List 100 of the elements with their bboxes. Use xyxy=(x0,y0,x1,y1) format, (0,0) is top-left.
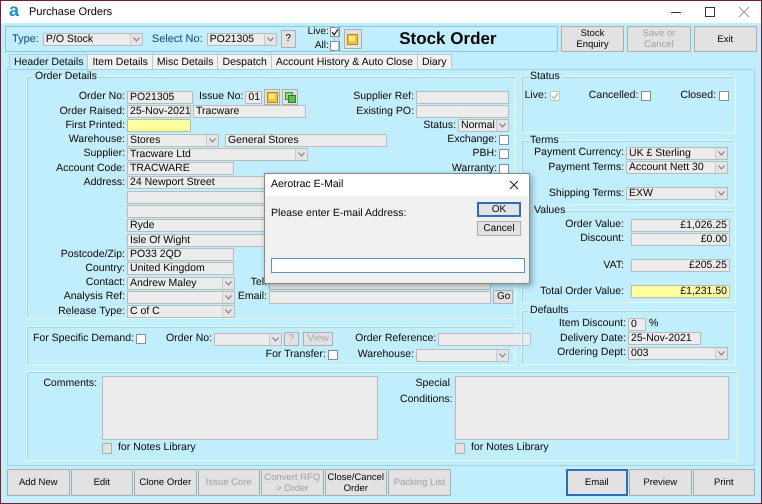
caret-icon xyxy=(718,191,725,196)
text-field[interactable]: £1,026.25 xyxy=(631,218,730,232)
copy-button[interactable] xyxy=(282,89,298,106)
text-field[interactable] xyxy=(416,104,509,118)
form-heading: Stock Order xyxy=(338,26,558,52)
text-field[interactable]: £205.25 xyxy=(631,259,730,272)
text-field[interactable]: PO33 2QD xyxy=(127,248,234,261)
action-button[interactable]: Email xyxy=(566,469,628,496)
toolbar-button[interactable]: Stock Enquiry xyxy=(560,26,624,52)
tab[interactable]: Header Details xyxy=(9,54,88,69)
dropdown[interactable] xyxy=(416,348,509,362)
note-icon xyxy=(347,34,358,44)
caret-icon xyxy=(298,152,305,157)
text-field[interactable] xyxy=(416,90,509,104)
field-label: Shipping Terms: xyxy=(548,186,624,201)
small-button[interactable]: Go xyxy=(493,290,513,304)
text-field[interactable]: £0.00 xyxy=(631,232,730,246)
close-icon[interactable] xyxy=(509,180,519,190)
field-label: Supplier: xyxy=(82,146,125,162)
window-title: Purchase Orders xyxy=(29,4,112,20)
checkbox[interactable] xyxy=(330,26,340,36)
notes-button[interactable] xyxy=(264,89,280,106)
checkbox[interactable] xyxy=(499,135,509,146)
caret-icon xyxy=(225,309,232,314)
dropdown[interactable]: Andrew Maley xyxy=(127,276,235,290)
text-field[interactable]: United Kingdom xyxy=(127,262,234,276)
text-field[interactable]: General Stores xyxy=(225,134,387,147)
checkbox[interactable] xyxy=(499,164,509,174)
notes-area[interactable] xyxy=(102,376,378,440)
action-button[interactable]: Edit xyxy=(70,469,133,496)
tab[interactable]: Despatch xyxy=(217,54,272,69)
action-button[interactable]: Close/Cancel Order xyxy=(324,469,387,496)
text-field[interactable]: PO21305 xyxy=(127,90,193,104)
dropdown[interactable]: Account Nett 30 xyxy=(626,160,728,174)
field-label: Live: xyxy=(524,88,547,104)
action-button[interactable]: Preview xyxy=(629,469,692,496)
caret-icon xyxy=(718,150,725,156)
dialog-message: Please enter E-mail Address: xyxy=(271,206,406,221)
dropdown[interactable]: 003 xyxy=(628,346,728,360)
text-field[interactable] xyxy=(269,290,491,304)
dropdown[interactable] xyxy=(214,332,282,346)
field-label: Ordering Dept: xyxy=(556,345,626,360)
dropdown[interactable] xyxy=(127,290,235,304)
checkbox[interactable] xyxy=(328,350,338,360)
field-label: Exchange: xyxy=(447,132,497,148)
action-button[interactable]: Print xyxy=(692,469,756,496)
action-button[interactable]: Clone Order xyxy=(134,469,196,496)
dialog-button[interactable]: OK xyxy=(477,202,521,217)
library-label: for Notes Library xyxy=(118,440,196,456)
text-field[interactable]: 0 xyxy=(628,318,646,331)
text-field[interactable]: 25-Nov-2021 xyxy=(628,332,701,346)
text-field[interactable] xyxy=(438,332,532,346)
text-field[interactable]: £1,231.50 xyxy=(631,285,730,298)
text-field[interactable]: 01 xyxy=(245,90,262,104)
field-label: For Transfer: xyxy=(266,347,326,362)
field-label: Type: xyxy=(12,32,39,47)
dropdown[interactable]: C of C xyxy=(127,305,235,318)
text-field[interactable]: Tracware xyxy=(193,104,306,118)
field-label: Issue No: xyxy=(199,89,244,104)
group-title: Terms xyxy=(528,134,561,146)
checkbox[interactable] xyxy=(719,91,729,102)
checkbox[interactable] xyxy=(136,334,146,344)
field-label: Closed: xyxy=(680,88,716,104)
checkbox[interactable] xyxy=(499,149,509,160)
field-label: Payment Terms: xyxy=(547,160,624,175)
dropdown[interactable]: PO21305 xyxy=(206,32,277,46)
field-label: Payment Currency: xyxy=(533,145,624,160)
field-label: Analysis Ref: xyxy=(62,289,125,304)
caret-icon xyxy=(272,336,280,342)
dropdown[interactable]: Stores xyxy=(127,134,219,147)
caret-icon xyxy=(718,164,725,170)
caret-icon xyxy=(209,138,216,143)
text-field[interactable]: TRACWARE xyxy=(127,162,234,176)
tab[interactable]: Item Details xyxy=(87,54,153,69)
tab[interactable]: Account History & Auto Close xyxy=(270,54,418,69)
field-label: Email: xyxy=(237,289,267,304)
group-title: Defaults xyxy=(528,304,571,316)
field-label: Release Type: xyxy=(57,304,125,319)
text-field[interactable] xyxy=(127,119,191,132)
tab[interactable]: Diary xyxy=(417,54,452,69)
dropdown[interactable]: Tracware Ltd xyxy=(127,148,308,161)
caret-icon xyxy=(718,350,725,356)
dropdown[interactable]: EXW xyxy=(626,187,728,200)
action-button[interactable]: Add New xyxy=(7,469,70,496)
dropdown[interactable]: Normal xyxy=(458,119,509,132)
checkbox[interactable] xyxy=(641,91,652,102)
tab[interactable]: Misc Details xyxy=(152,54,218,69)
checkbox[interactable] xyxy=(330,40,340,50)
text-field[interactable]: 25-Nov-2021 xyxy=(127,104,191,118)
field-label: VAT: xyxy=(602,258,624,273)
field-label: Order Reference: xyxy=(355,331,436,346)
field-label: First Printed: xyxy=(64,118,125,133)
help-button[interactable]: ? xyxy=(280,30,296,48)
notes-area[interactable] xyxy=(455,376,729,440)
dropdown[interactable]: UK £ Sterling xyxy=(626,146,728,160)
checkmark-icon xyxy=(550,92,559,100)
dropdown[interactable]: P/O Stock xyxy=(42,32,143,46)
email-input[interactable] xyxy=(271,258,525,273)
dialog-button[interactable]: Cancel xyxy=(477,221,521,236)
toolbar-button[interactable]: Exit xyxy=(694,26,757,52)
